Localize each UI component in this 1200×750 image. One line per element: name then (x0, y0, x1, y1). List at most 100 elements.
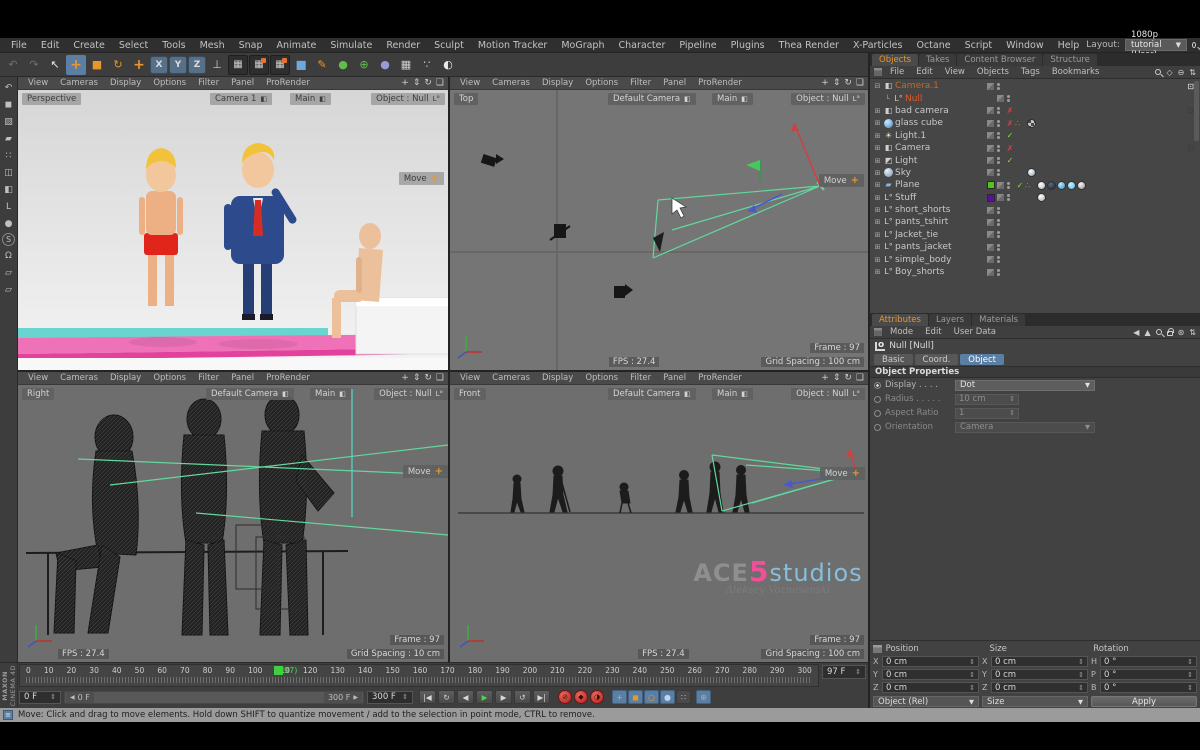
object-name[interactable]: pants_jacket (895, 242, 987, 252)
material-tag[interactable] (1077, 181, 1086, 190)
viewport-menu-item[interactable]: Cameras (54, 78, 104, 88)
object-name[interactable]: Plane (895, 180, 987, 190)
size-field[interactable]: 0 cm⇕ (991, 682, 1088, 693)
position-field[interactable]: 0 cm⇕ (882, 682, 979, 693)
protection-tag-icon[interactable]: ⊡ (1187, 106, 1194, 115)
record-button[interactable]: ◆ (574, 690, 588, 704)
menu-item[interactable]: File (4, 40, 34, 51)
visibility-square-icon[interactable] (987, 169, 994, 176)
visibility-square-icon[interactable] (987, 231, 994, 238)
viewport-menu-item[interactable]: View (454, 373, 486, 383)
view-control-icon[interactable]: ❏ (436, 373, 444, 383)
toolbar-icon[interactable]: ✎ (312, 55, 332, 75)
rotation-field[interactable]: 0 °⇕ (1100, 656, 1197, 667)
view-control-icon[interactable]: ↻ (844, 373, 852, 383)
toolbar-icon[interactable]: ↖ (45, 55, 65, 75)
visibility-dots-icon[interactable] (997, 144, 1001, 153)
expand-toggle-icon[interactable]: ⊞ (873, 268, 882, 276)
move-tool-label[interactable]: Move+ (819, 174, 864, 187)
visibility-square-icon[interactable] (987, 120, 994, 127)
view-control-icon[interactable]: + (401, 78, 409, 88)
mode-toolbar-icon[interactable]: ◼ (1, 97, 16, 112)
toolbar-icon[interactable]: + (66, 55, 86, 75)
enabled-state-icon[interactable]: ✓ (1015, 181, 1025, 190)
end-frame-field[interactable]: 300 F⇕ (367, 691, 413, 704)
viewport-right[interactable]: ViewCamerasDisplayOptionsFilterPanelProR… (18, 372, 448, 662)
visibility-square-icon[interactable] (987, 219, 994, 226)
viewport-menu-item[interactable]: Display (104, 373, 147, 383)
manager-tab[interactable]: Objects (872, 54, 918, 66)
material-tag[interactable] (1067, 181, 1076, 190)
viewport-menu-item[interactable]: Filter (624, 78, 657, 88)
visibility-square-icon[interactable] (987, 256, 994, 263)
viewport-menu-item[interactable]: Options (147, 373, 192, 383)
object-name[interactable]: Boy_shorts (895, 267, 987, 277)
object-label[interactable]: Object : NullL° (791, 388, 865, 400)
object-row[interactable]: └ L° Null (870, 92, 1200, 104)
rotation-field[interactable]: 0 °⇕ (1100, 669, 1197, 680)
transport-button[interactable]: ↺ (514, 690, 531, 704)
visibility-square-icon[interactable] (997, 95, 1004, 102)
toolbar-icon[interactable]: ▦ (396, 55, 416, 75)
object-name[interactable]: Jacket_tie (895, 230, 987, 240)
viewport-menu-item[interactable]: Panel (657, 373, 692, 383)
expression-tag-icon[interactable]: ∴ (1015, 119, 1027, 128)
visibility-square-icon[interactable] (987, 145, 994, 152)
toolbar-icon[interactable]: ∵ (417, 55, 437, 75)
protection-tag-icon[interactable]: ⊡ (1187, 82, 1194, 91)
attributes-menu-item[interactable]: Mode (884, 327, 919, 337)
menu-item[interactable]: Script (958, 40, 1000, 51)
visibility-dots-icon[interactable] (997, 168, 1001, 177)
size-field[interactable]: 0 cm⇕ (991, 656, 1088, 667)
toolbar-icon[interactable]: ▦ (270, 55, 290, 75)
range-left-handle[interactable]: ◀ (70, 694, 75, 701)
menu-item[interactable]: Motion Tracker (471, 40, 555, 51)
object-label[interactable]: Object : NullL° (371, 93, 445, 105)
viewport-menu-item[interactable]: Panel (225, 373, 260, 383)
viewport-menu-item[interactable]: Options (147, 78, 192, 88)
size-mode-dropdown[interactable]: Size▼ (982, 696, 1088, 707)
record-button[interactable]: ◑ (590, 690, 604, 704)
manager-tab[interactable]: Structure (1043, 54, 1097, 66)
search-icon[interactable] (1155, 69, 1161, 75)
keyframe-toggle-button[interactable]: ◼ (628, 690, 643, 704)
transport-button[interactable]: ◀ (457, 690, 474, 704)
enabled-state-icon[interactable]: ✗ (1005, 144, 1015, 153)
mode-toolbar-icon[interactable]: ▱ (1, 265, 16, 280)
viewport-menu-item[interactable]: Display (536, 373, 579, 383)
toolbar-icon[interactable]: ↶ (3, 55, 23, 75)
visibility-dots-icon[interactable] (997, 255, 1001, 264)
menu-item[interactable]: Animate (270, 40, 324, 51)
keyframe-circle-icon[interactable] (874, 396, 881, 403)
object-name[interactable]: Null (905, 94, 997, 104)
viewport-menu-item[interactable]: View (22, 78, 54, 88)
view-control-icon[interactable]: + (401, 373, 409, 383)
toolbar-icon[interactable]: Z (188, 56, 206, 74)
keyframe-toggle-button[interactable]: ⊕ (696, 690, 711, 704)
viewport-menu-item[interactable]: Filter (192, 78, 225, 88)
object-label[interactable]: Object : NullL° (374, 388, 448, 400)
viewport-menu-item[interactable]: Filter (624, 373, 657, 383)
mode-toolbar-icon[interactable]: ↶ (1, 80, 16, 95)
material-tag[interactable] (1037, 181, 1046, 190)
enabled-state-icon[interactable]: ✗ (1005, 106, 1015, 115)
mode-toolbar-icon[interactable]: ◫ (1, 165, 16, 180)
object-row[interactable]: ⊞ ☀ Light.1 ✓ (870, 130, 1200, 142)
toolbar-icon[interactable]: ◼ (291, 55, 311, 75)
keyframe-toggle-button[interactable]: ∷ (676, 690, 691, 704)
viewport-perspective[interactable]: ViewCamerasDisplayOptionsFilterPanelProR… (18, 77, 448, 370)
attribute-tab[interactable]: Attributes (872, 314, 928, 326)
view-control-icon[interactable]: ⇕ (833, 373, 841, 383)
object-name[interactable]: bad camera (895, 106, 987, 116)
object-row[interactable]: ⊞ ▰ Plane ✓ ∴ (870, 179, 1200, 191)
visibility-square-icon[interactable] (997, 182, 1004, 189)
record-button[interactable]: ⊘ (558, 690, 572, 704)
viewport-menu-item[interactable]: Cameras (54, 373, 104, 383)
object-name[interactable]: glass cube (895, 118, 987, 128)
visibility-dots-icon[interactable] (1007, 94, 1011, 103)
rotation-field[interactable]: 0 °⇕ (1100, 682, 1197, 693)
manager-tab[interactable]: Takes (919, 54, 956, 66)
position-field[interactable]: 0 cm⇕ (882, 656, 979, 667)
visibility-dots-icon[interactable] (997, 119, 1001, 128)
object-row[interactable]: ⊞ L° short_shorts (870, 204, 1200, 216)
